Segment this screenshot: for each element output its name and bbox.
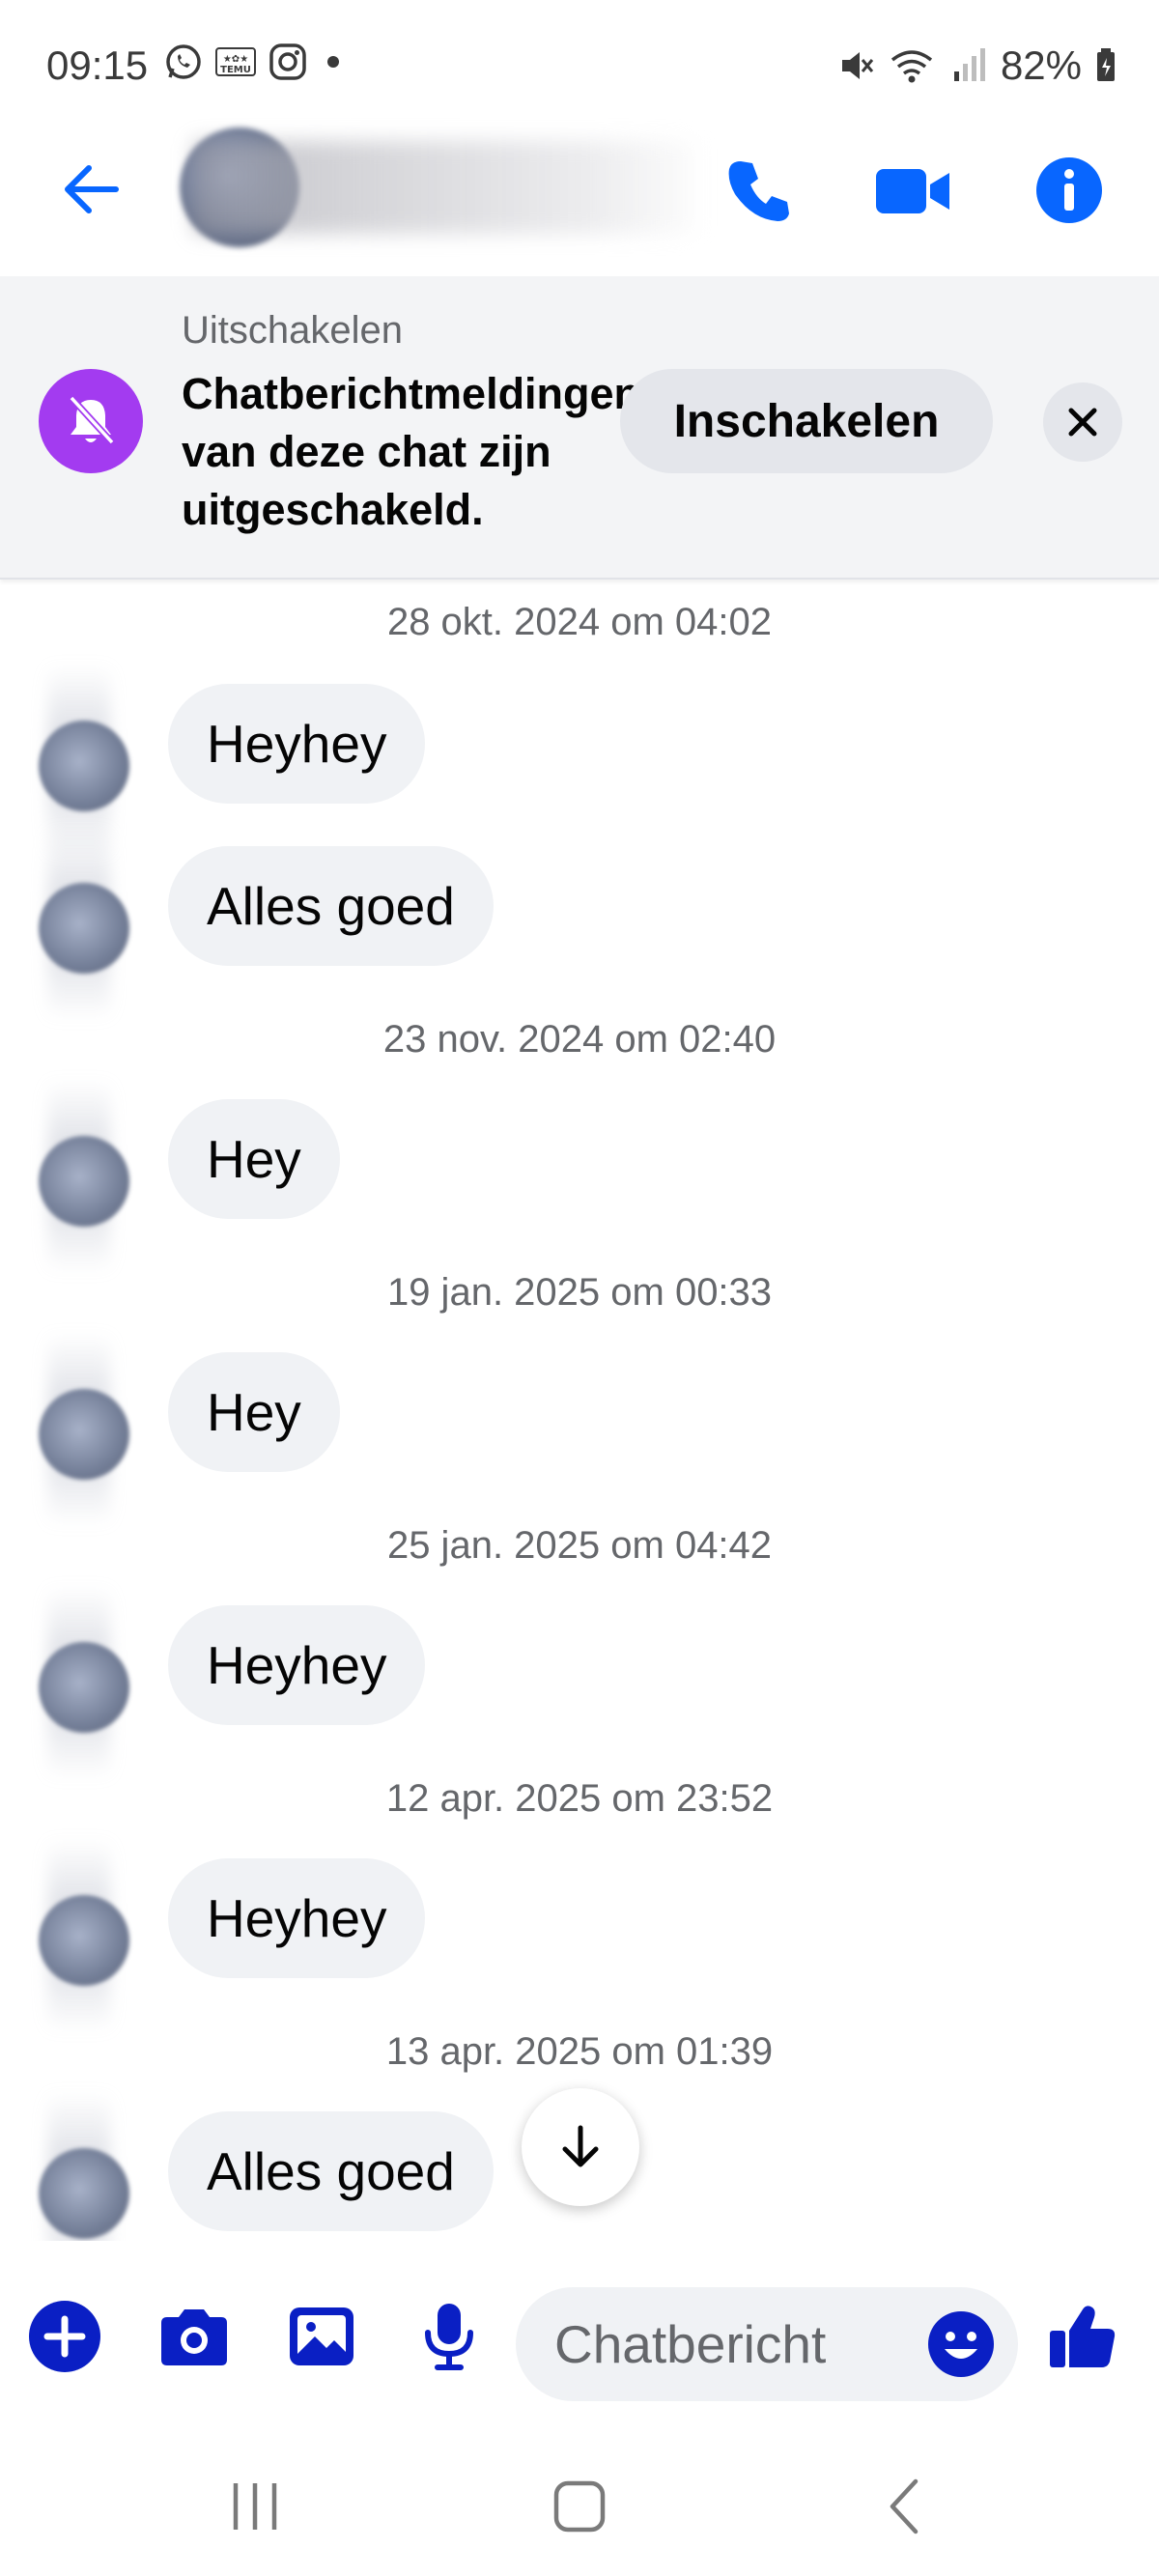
camera-icon: [161, 2309, 227, 2365]
arrow-down-icon: [562, 2125, 599, 2167]
sender-avatar[interactable]: [39, 1895, 129, 1986]
message-composer: [0, 2260, 1159, 2424]
banner-message: Chatberichtmeldingen van deze chat zijn …: [182, 369, 641, 534]
message-row: Heyhey: [0, 1586, 1159, 1779]
message-timestamp: 13 apr. 2025 om 01:39: [385, 2030, 774, 2073]
scroll-to-bottom-button[interactable]: [522, 2088, 639, 2206]
message-timestamp: 23 nov. 2024 om 02:40: [382, 1018, 777, 1061]
message-bubble[interactable]: Alles goed: [168, 846, 494, 966]
sender-avatar[interactable]: [39, 721, 129, 811]
like-button[interactable]: [1039, 2293, 1126, 2380]
notification-icons: ★✿★ TEMU: [164, 42, 348, 81]
message-timestamp: 19 jan. 2025 om 00:33: [386, 1271, 773, 1314]
message-bubble[interactable]: Hey: [168, 1352, 340, 1472]
info-icon: [1036, 157, 1102, 223]
gallery-icon: [290, 2307, 353, 2365]
message-bubble[interactable]: Heyhey: [168, 1858, 426, 1978]
instagram-icon: [269, 43, 306, 80]
sender-avatar[interactable]: [39, 1642, 129, 1733]
message-timestamp: 12 apr. 2025 om 23:52: [385, 1777, 774, 1820]
message-row: Hey: [0, 1333, 1159, 1526]
close-banner-button[interactable]: [1043, 382, 1122, 462]
wifi-icon: [890, 50, 933, 83]
contact-name[interactable]: [193, 141, 695, 234]
notifications-muted-banner: Uitschakelen Chatberichtmeldingen van de…: [0, 276, 1159, 580]
chat-header: [0, 126, 1159, 270]
battery-icon: [1097, 48, 1115, 81]
close-icon: [1068, 408, 1097, 437]
sender-avatar[interactable]: [39, 1389, 129, 1480]
message-row: Heyhey: [0, 1839, 1159, 2032]
message-input-container: [516, 2287, 1018, 2401]
recent-apps-button[interactable]: [207, 2473, 303, 2540]
home-button[interactable]: [531, 2473, 628, 2540]
message-input[interactable]: [554, 2305, 921, 2384]
signal-icon: [953, 48, 985, 81]
bell-off-badge: [39, 369, 143, 473]
recent-apps-icon: [233, 2483, 277, 2530]
message-bubble[interactable]: Heyhey: [168, 1605, 426, 1725]
more-actions-button[interactable]: [21, 2293, 108, 2380]
enable-notifications-button[interactable]: Inschakelen: [620, 369, 993, 473]
plus-icon: [29, 2301, 100, 2372]
sender-avatar[interactable]: [39, 1136, 129, 1227]
message-bubble[interactable]: Alles goed: [168, 2111, 494, 2231]
sender-avatar[interactable]: [39, 883, 129, 974]
message-bubble[interactable]: Hey: [168, 1099, 340, 1219]
audio-call-button[interactable]: [717, 147, 804, 234]
phone-icon: [728, 161, 789, 221]
svg-text:★✿★: ★✿★: [223, 54, 248, 65]
svg-text:TEMU: TEMU: [220, 65, 251, 75]
system-status: 82%: [836, 42, 1117, 89]
home-icon: [553, 2480, 606, 2533]
message-timestamp: 28 okt. 2024 om 04:02: [386, 601, 773, 643]
battery-percent: 82%: [1000, 42, 1082, 88]
conversation-info-button[interactable]: [1026, 147, 1113, 234]
system-back-button[interactable]: [856, 2473, 952, 2540]
thumbs-up-icon: [1050, 2306, 1116, 2367]
gallery-button[interactable]: [278, 2293, 365, 2380]
video-camera-icon: [876, 169, 949, 213]
back-button[interactable]: [54, 153, 127, 226]
video-call-button[interactable]: [869, 147, 956, 234]
dot-icon: [327, 56, 339, 68]
emoji-icon[interactable]: [927, 2310, 995, 2378]
banner-title: Uitschakelen: [182, 309, 404, 352]
back-icon: [890, 2478, 919, 2534]
microphone-icon: [425, 2304, 473, 2370]
mute-icon: [841, 52, 874, 79]
bell-off-icon: [69, 395, 115, 445]
status-time: 09:15: [46, 42, 149, 88]
temu-icon: ★✿★ TEMU: [215, 47, 256, 76]
voice-message-button[interactable]: [406, 2293, 493, 2380]
system-navigation-bar: [0, 2434, 1159, 2576]
message-row: Alles goed: [0, 827, 1159, 1020]
sender-avatar[interactable]: [39, 2148, 129, 2239]
message-row: Hey: [0, 1080, 1159, 1273]
message-list[interactable]: 28 okt. 2024 om 04:02 Heyhey Alles goed …: [0, 580, 1159, 2241]
message-bubble[interactable]: Heyhey: [168, 684, 426, 804]
whatsapp-icon: [166, 44, 201, 79]
message-timestamp: 25 jan. 2025 om 04:42: [386, 1524, 773, 1567]
message-row: Heyhey: [0, 665, 1159, 858]
back-arrow-icon: [65, 165, 119, 213]
status-bar: 09:15 ★✿★ TEMU 82%: [0, 0, 1159, 135]
camera-button[interactable]: [151, 2293, 238, 2380]
